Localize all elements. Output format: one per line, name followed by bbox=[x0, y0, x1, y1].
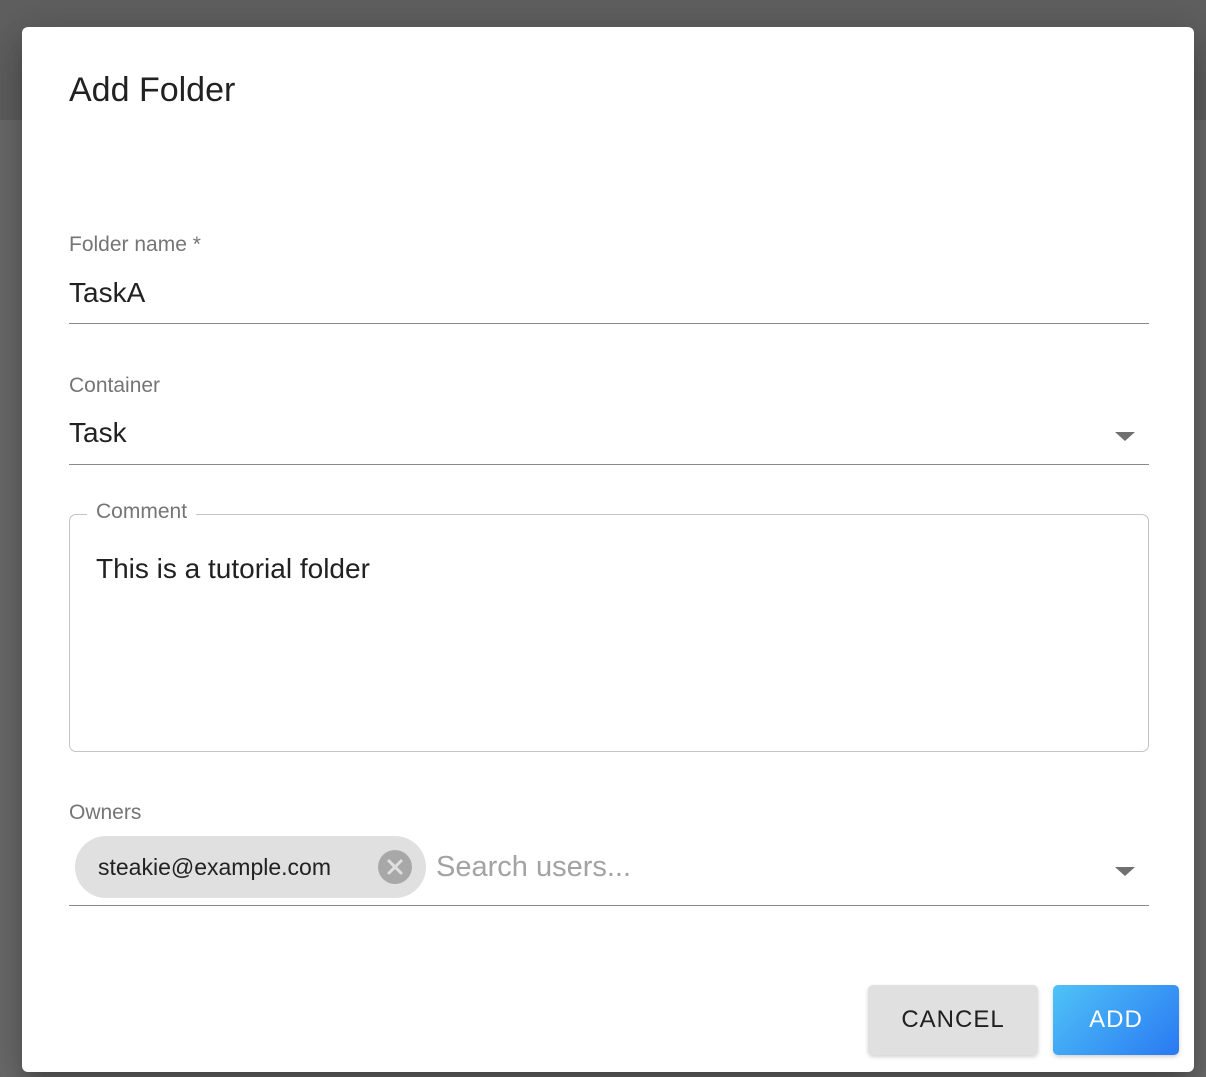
owner-chip-label: steakie@example.com bbox=[98, 853, 331, 880]
owners-label: Owners bbox=[69, 801, 142, 824]
owners-underline bbox=[69, 905, 1149, 906]
owner-chip[interactable]: steakie@example.com bbox=[75, 836, 426, 898]
comment-field[interactable]: Comment This is a tutorial folder bbox=[69, 500, 1149, 752]
folder-name-underline bbox=[69, 323, 1149, 324]
cancel-circle-icon[interactable] bbox=[378, 850, 412, 884]
cancel-button[interactable]: CANCEL bbox=[868, 985, 1038, 1055]
folder-name-label: Folder name * bbox=[69, 233, 201, 256]
container-underline bbox=[69, 464, 1149, 465]
search-users-input[interactable] bbox=[436, 847, 1076, 887]
add-button[interactable]: ADD bbox=[1053, 985, 1179, 1055]
folder-name-input[interactable]: TaskA bbox=[69, 277, 145, 309]
caret-down-icon[interactable] bbox=[1115, 432, 1135, 441]
container-label: Container bbox=[69, 374, 161, 397]
dialog-title: Add Folder bbox=[69, 71, 236, 109]
add-folder-dialog: Add Folder Folder name * TaskA Container… bbox=[22, 27, 1194, 1072]
caret-down-icon[interactable] bbox=[1115, 867, 1135, 876]
container-select[interactable]: Task bbox=[69, 417, 1109, 449]
comment-label: Comment bbox=[87, 500, 197, 524]
comment-text[interactable]: This is a tutorial folder bbox=[96, 553, 370, 585]
